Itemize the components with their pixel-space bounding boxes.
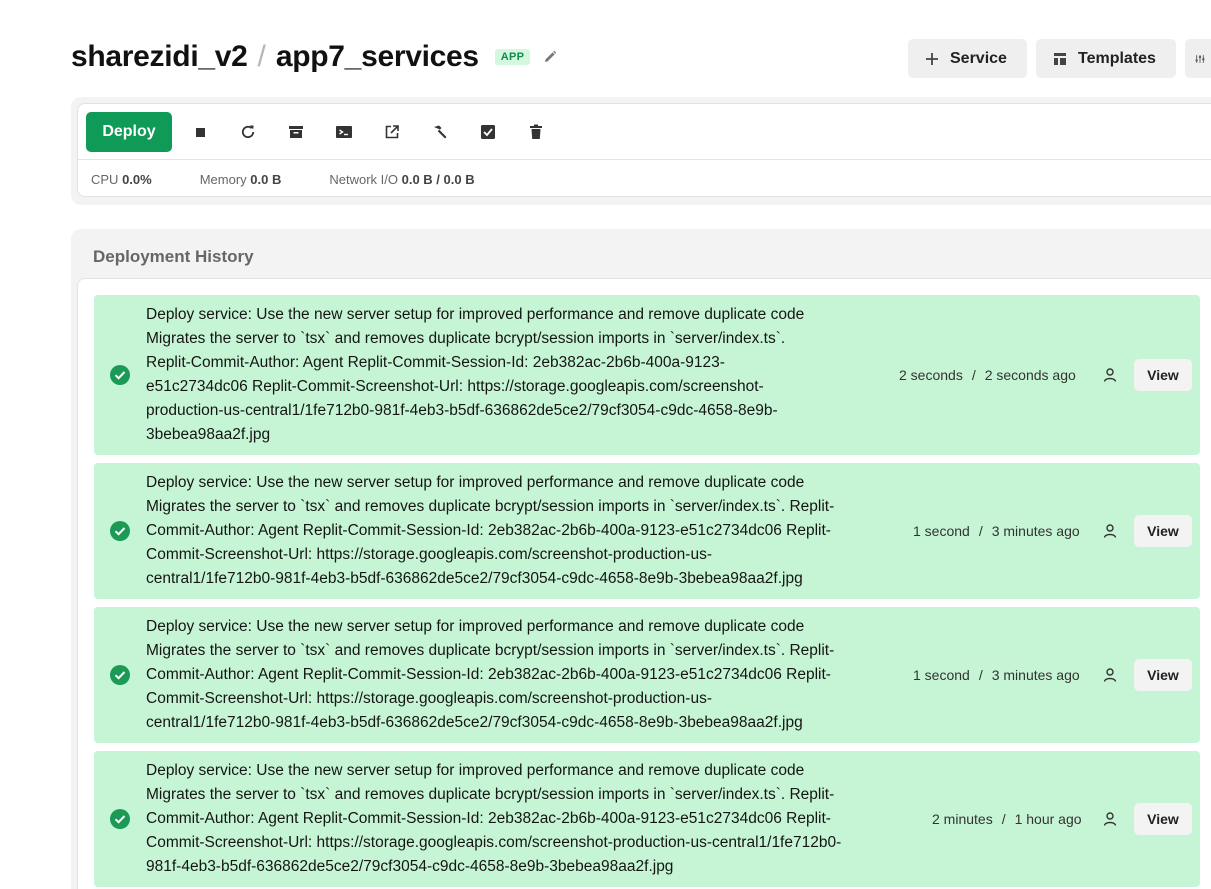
commit-message-line: central1/1fe712b0-981f-4eb3-b5df-636862d… xyxy=(146,714,803,731)
open-external-icon[interactable] xyxy=(368,112,416,152)
add-service-label: Service xyxy=(950,49,1007,67)
commit-message-line: Commit-Author: Agent Replit-Commit-Sessi… xyxy=(146,522,831,539)
memory-stat: Memory 0.0 B xyxy=(200,172,282,187)
deploy-time-ago: 1 hour ago xyxy=(1014,811,1082,827)
trash-icon[interactable] xyxy=(512,112,560,152)
page-header: sharezidi_v2 / app7_services APP xyxy=(71,40,558,74)
deployment-timing: 2 seconds / 2 seconds ago xyxy=(899,295,1076,455)
commit-message-line: Deploy service: Use the new server setup… xyxy=(146,474,805,491)
user-icon xyxy=(1102,667,1118,683)
terminal-icon[interactable] xyxy=(320,112,368,152)
section-title: Deployment History xyxy=(93,247,254,266)
success-check-icon xyxy=(109,808,131,830)
control-card: Deploy CPU 0.0% Memory 0.0 B Network I/O… xyxy=(77,103,1211,197)
deploy-button[interactable]: Deploy xyxy=(86,111,172,152)
cpu-value: 0.0% xyxy=(122,171,152,187)
commit-message-line: Replit-Commit-Author: Agent Replit-Commi… xyxy=(146,354,725,371)
breadcrumb-separator: / xyxy=(257,40,266,73)
deploy-time-ago: 3 minutes ago xyxy=(991,523,1080,539)
view-deployment-button[interactable]: View xyxy=(1134,359,1192,391)
archive-icon[interactable] xyxy=(272,112,320,152)
deployment-row[interactable]: Deploy service: Use the new server setup… xyxy=(94,463,1200,599)
top-actions: Service Templates xyxy=(908,39,1211,78)
deploy-time-ago: 2 seconds ago xyxy=(984,367,1076,383)
cpu-label: CPU xyxy=(91,171,119,187)
commit-message-line: production-us-central1/1fe712b0-981f-4eb… xyxy=(146,402,778,419)
plus-icon xyxy=(926,52,938,65)
service-name: app7_services xyxy=(275,40,479,73)
user-icon xyxy=(1102,367,1118,383)
network-value: 0.0 B / 0.0 B xyxy=(401,171,475,187)
timing-separator: / xyxy=(978,523,983,539)
sliders-icon xyxy=(1195,54,1205,63)
deploy-duration: 2 minutes xyxy=(932,811,993,827)
stop-icon[interactable] xyxy=(176,112,224,152)
success-check-icon xyxy=(109,664,131,686)
network-label: Network I/O xyxy=(329,171,398,187)
settings-sliders-button[interactable] xyxy=(1185,39,1211,78)
deployment-timing: 1 second / 3 minutes ago xyxy=(913,463,1080,599)
templates-button[interactable]: Templates xyxy=(1036,39,1176,78)
view-deployment-button[interactable]: View xyxy=(1134,515,1192,547)
commit-message-line: Commit-Screenshot-Url: https://storage.g… xyxy=(146,546,712,563)
restart-icon[interactable] xyxy=(224,112,272,152)
commit-message-line: Deploy service: Use the new server setup… xyxy=(146,618,805,635)
cpu-stat: CPU 0.0% xyxy=(91,172,152,187)
project-name[interactable]: sharezidi_v2 xyxy=(71,40,248,74)
deployment-row[interactable]: Deploy service: Use the new server setup… xyxy=(94,751,1200,887)
commit-message: Deploy service: Use the new server setup… xyxy=(146,759,841,879)
commit-message-line: Migrates the server to `tsx` and removes… xyxy=(146,786,835,803)
commit-message-line: Commit-Screenshot-Url: https://storage.g… xyxy=(146,834,842,851)
deployment-timing: 1 second / 3 minutes ago xyxy=(913,607,1080,743)
deployment-row[interactable]: Deploy service: Use the new server setup… xyxy=(94,295,1200,455)
commit-message-line: e51c2734dc06 Replit-Commit-Screenshot-Ur… xyxy=(146,378,764,395)
success-check-icon xyxy=(109,364,131,386)
commit-message-line: Commit-Screenshot-Url: https://storage.g… xyxy=(146,690,712,707)
view-deployment-button[interactable]: View xyxy=(1134,803,1192,835)
network-stat: Network I/O 0.0 B / 0.0 B xyxy=(329,172,474,187)
commit-message-line: Deploy service: Use the new server setup… xyxy=(146,306,805,323)
timing-separator: / xyxy=(978,667,983,683)
commit-message: Deploy service: Use the new server setup… xyxy=(146,303,804,447)
user-icon xyxy=(1102,523,1118,539)
deployment-row[interactable]: Deploy service: Use the new server setup… xyxy=(94,607,1200,743)
templates-label: Templates xyxy=(1078,49,1156,67)
user-icon xyxy=(1102,811,1118,827)
control-panel: Deploy CPU 0.0% Memory 0.0 B Network I/O… xyxy=(71,97,1211,205)
commit-message-line: 3bebea98aa2f.jpg xyxy=(146,426,271,443)
add-service-button[interactable]: Service xyxy=(908,39,1027,78)
template-icon xyxy=(1054,52,1066,65)
resource-stats: CPU 0.0% Memory 0.0 B Network I/O 0.0 B … xyxy=(78,160,1211,198)
build-hammer-icon[interactable] xyxy=(416,112,464,152)
commit-message-line: 981f-4eb3-b5df-636862de5ce2/79cf3054-c9d… xyxy=(146,858,674,875)
memory-value: 0.0 B xyxy=(250,171,282,187)
deploy-duration: 1 second xyxy=(913,523,970,539)
timing-separator: / xyxy=(1001,811,1006,827)
deployment-timing: 2 minutes / 1 hour ago xyxy=(932,751,1082,887)
deploy-time-ago: 3 minutes ago xyxy=(991,667,1080,683)
memory-label: Memory xyxy=(199,171,247,187)
deploy-duration: 2 seconds xyxy=(899,367,963,383)
success-check-icon xyxy=(109,520,131,542)
checkbox-icon[interactable] xyxy=(464,112,512,152)
view-deployment-button[interactable]: View xyxy=(1134,659,1192,691)
commit-message: Deploy service: Use the new server setup… xyxy=(146,615,834,735)
commit-message: Deploy service: Use the new server setup… xyxy=(146,471,834,591)
commit-message-line: Commit-Author: Agent Replit-Commit-Sessi… xyxy=(146,666,831,683)
pencil-icon[interactable] xyxy=(542,49,558,65)
app-badge: APP xyxy=(494,49,531,65)
toolbar: Deploy xyxy=(78,104,1211,160)
commit-message-line: Deploy service: Use the new server setup… xyxy=(146,762,805,779)
commit-message-line: Migrates the server to `tsx` and removes… xyxy=(146,642,835,659)
deploy-duration: 1 second xyxy=(913,667,970,683)
commit-message-line: Migrates the server to `tsx` and removes… xyxy=(146,330,786,347)
commit-message-line: central1/1fe712b0-981f-4eb3-b5df-636862d… xyxy=(146,570,803,587)
commit-message-line: Migrates the server to `tsx` and removes… xyxy=(146,498,835,515)
commit-message-line: Commit-Author: Agent Replit-Commit-Sessi… xyxy=(146,810,831,827)
timing-separator: / xyxy=(971,367,976,383)
